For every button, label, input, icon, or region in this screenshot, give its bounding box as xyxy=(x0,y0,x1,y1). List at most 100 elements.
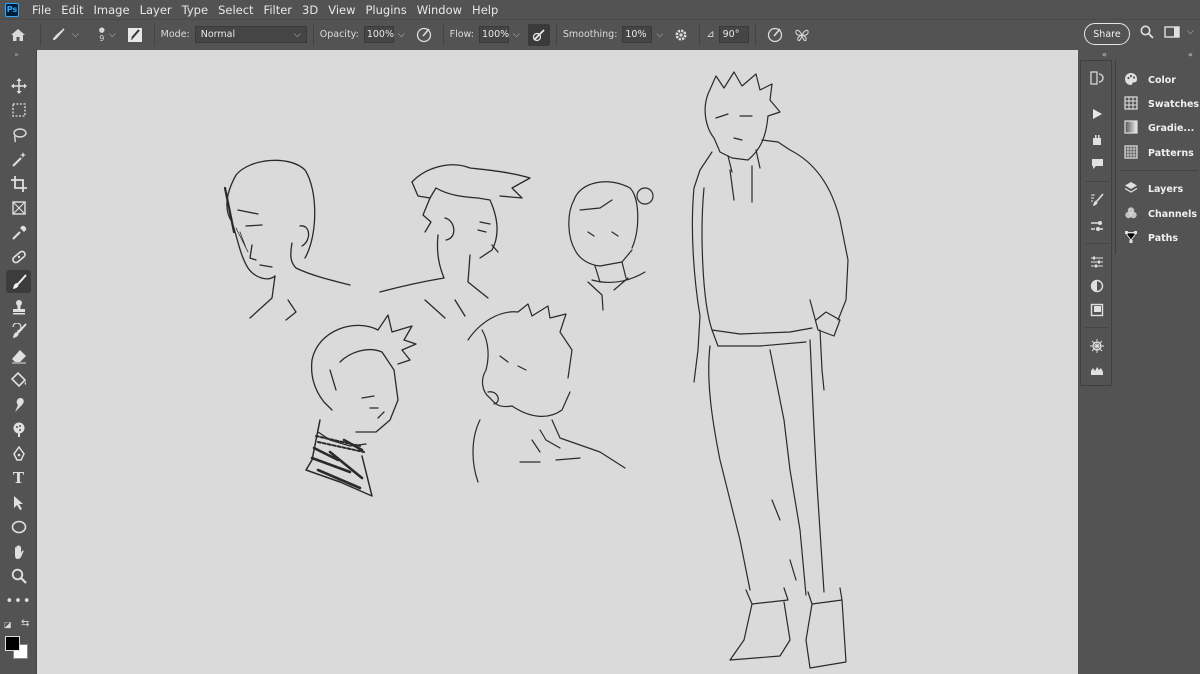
clone-stamp-tool[interactable] xyxy=(6,295,31,318)
search-icon[interactable] xyxy=(1138,25,1156,39)
chevron-down-icon[interactable]: ⌵ xyxy=(656,30,663,40)
hand-tool[interactable] xyxy=(6,540,31,563)
navigator-icon[interactable] xyxy=(1085,335,1109,357)
home-icon[interactable] xyxy=(0,28,36,42)
panel-layers[interactable]: Layers xyxy=(1122,179,1183,199)
menu-plugins[interactable]: Plugins xyxy=(361,3,412,17)
lasso-tool[interactable] xyxy=(6,123,31,146)
histogram-icon[interactable] xyxy=(1085,359,1109,381)
tool-presets-icon[interactable] xyxy=(1085,129,1109,151)
pen-tool[interactable] xyxy=(6,442,31,465)
chevron-down-icon[interactable]: ⌵ xyxy=(1187,27,1194,37)
crop-tool[interactable] xyxy=(6,172,31,195)
zoom-tool[interactable] xyxy=(6,564,31,587)
move-tool[interactable] xyxy=(6,74,31,97)
smoothing-label: Smoothing: xyxy=(562,29,618,40)
menu-layer[interactable]: Layer xyxy=(135,3,177,17)
history-icon[interactable] xyxy=(1085,67,1109,89)
menu-file[interactable]: File xyxy=(27,3,56,17)
play-actions-icon[interactable] xyxy=(1085,103,1109,125)
paths-icon xyxy=(1122,230,1140,247)
chevron-down-icon[interactable]: ⌵ xyxy=(513,30,520,40)
menu-help[interactable]: Help xyxy=(467,3,503,17)
marquee-tool[interactable] xyxy=(6,98,31,121)
eyedropper-tool[interactable] xyxy=(6,221,31,244)
swatches-grid-icon xyxy=(1122,95,1140,113)
gear-icon[interactable] xyxy=(669,28,693,42)
airbrush-icon[interactable] xyxy=(527,23,550,46)
healing-brush-tool[interactable] xyxy=(6,245,31,268)
tools-panel: » T ••• ◪ ⇆ xyxy=(0,50,37,674)
type-tool-icon[interactable]: T xyxy=(6,466,31,489)
ellipse-tool[interactable] xyxy=(6,515,31,538)
magic-wand-tool[interactable] xyxy=(6,147,31,170)
menu-view[interactable]: View xyxy=(323,3,360,17)
panel-list: Color Swatches Gradie... Patterns Layers… xyxy=(1115,60,1200,254)
adjustments-icon[interactable] xyxy=(1085,275,1109,297)
panel-gradients[interactable]: Gradie... xyxy=(1122,118,1194,138)
brush-settings-icon[interactable] xyxy=(122,27,148,43)
pressure-size-icon[interactable] xyxy=(762,27,788,43)
chevron-down-icon[interactable]: ⌵ xyxy=(398,30,405,40)
collapse-toolbar-icon[interactable]: » xyxy=(14,50,19,59)
workspace-icon[interactable] xyxy=(1163,25,1181,39)
chevron-down-icon[interactable]: ⌵ xyxy=(72,30,79,40)
share-button[interactable]: Share xyxy=(1084,23,1130,45)
menu-type[interactable]: Type xyxy=(177,3,213,17)
frame-tool[interactable] xyxy=(6,196,31,219)
flow-label: Flow: xyxy=(449,29,475,40)
panel-swatches-label: Swatches xyxy=(1148,98,1200,110)
angle-input[interactable]: 90° xyxy=(718,26,749,43)
eraser-tool[interactable] xyxy=(6,344,31,367)
menu-select[interactable]: Select xyxy=(213,3,258,17)
chevron-down-icon: ⌵ xyxy=(293,29,301,40)
angle-icon: ⊿ xyxy=(706,29,715,40)
foreground-color-swatch[interactable] xyxy=(5,636,20,651)
menu-3d[interactable]: 3D xyxy=(297,3,323,17)
panel-channels[interactable]: Channels xyxy=(1122,204,1197,224)
panel-swatches[interactable]: Swatches xyxy=(1122,94,1199,114)
brush-settings-panel-icon[interactable] xyxy=(1085,189,1109,211)
panel-patterns[interactable]: Patterns xyxy=(1122,143,1194,163)
swap-colors-icon[interactable]: ⇆ xyxy=(21,618,29,629)
collapse-panels-icon[interactable]: « xyxy=(1188,50,1193,59)
symmetry-butterfly-icon[interactable] xyxy=(788,28,816,42)
chevron-down-icon[interactable]: ⌵ xyxy=(109,30,116,40)
history-brush-tool[interactable] xyxy=(6,319,31,342)
gradient-icon xyxy=(1122,119,1140,137)
mode-select[interactable]: Normal ⌵ xyxy=(194,26,307,43)
smoothing-input[interactable]: 10% xyxy=(622,26,653,43)
brush-size-value: 9 xyxy=(99,34,105,43)
libraries-icon[interactable] xyxy=(1085,299,1109,321)
default-colors-icon[interactable]: ◪ xyxy=(4,620,12,629)
menu-window[interactable]: Window xyxy=(412,3,467,17)
panel-color[interactable]: Color xyxy=(1122,70,1176,90)
paint-bucket-tool[interactable] xyxy=(6,368,31,391)
brushes-panel-icon[interactable] xyxy=(1085,215,1109,237)
mode-value: Normal xyxy=(200,29,236,40)
panel-icon-dock xyxy=(1080,60,1112,386)
palette-icon xyxy=(1122,72,1140,89)
menu-bar: Ps File Edit Image Layer Type Select Fil… xyxy=(0,0,1200,19)
smudge-tool[interactable] xyxy=(6,393,31,416)
properties-icon[interactable] xyxy=(1085,251,1109,273)
panel-paths[interactable]: Paths xyxy=(1122,228,1178,248)
canvas-area[interactable] xyxy=(37,50,1078,674)
opacity-input[interactable]: 100% xyxy=(363,26,394,43)
menu-image[interactable]: Image xyxy=(89,3,135,17)
channels-icon xyxy=(1122,206,1140,223)
pressure-opacity-icon[interactable] xyxy=(411,27,437,43)
brush-tool[interactable] xyxy=(6,270,31,293)
flow-input[interactable]: 100% xyxy=(479,26,509,43)
more-tools-icon[interactable]: ••• xyxy=(6,590,31,613)
collapse-dock-icon[interactable]: « xyxy=(1102,50,1107,59)
sketch-head-spiky xyxy=(305,314,417,497)
menu-filter[interactable]: Filter xyxy=(259,3,297,17)
brush-preset-icon[interactable] xyxy=(47,27,69,43)
comments-icon[interactable] xyxy=(1085,153,1109,175)
angle-value: 90° xyxy=(722,29,740,40)
path-selection-tool[interactable] xyxy=(6,491,31,514)
sketch-artwork xyxy=(223,71,849,669)
menu-edit[interactable]: Edit xyxy=(56,3,88,17)
dodge-tool[interactable] xyxy=(6,417,31,440)
